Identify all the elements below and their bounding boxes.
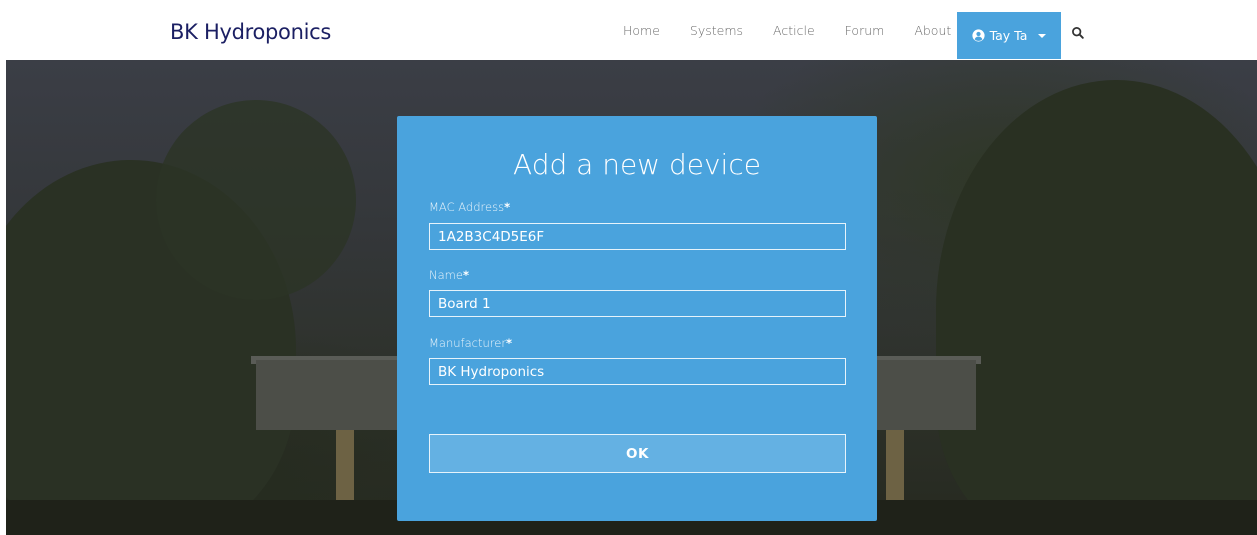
nav-link-forum[interactable]: Forum — [830, 0, 900, 60]
background-tree — [936, 80, 1257, 535]
background-tree — [156, 100, 356, 300]
user-menu-button[interactable]: Tay Ta — [957, 12, 1061, 59]
add-device-modal: Add a new device MAC Address* 1A2B3C4D5E… — [397, 116, 877, 521]
mac-address-input[interactable]: 1A2B3C4D5E6F — [429, 223, 846, 250]
caret-down-icon — [1038, 34, 1047, 38]
manufacturer-input[interactable]: BK Hydroponics — [429, 358, 846, 385]
nav-link-acticle[interactable]: Acticle — [758, 0, 830, 60]
nav-link-systems[interactable]: Systems — [675, 0, 758, 60]
brand-logo[interactable]: BK Hydroponics — [170, 20, 331, 44]
search-icon[interactable] — [1071, 26, 1085, 40]
required-mark: * — [506, 336, 513, 350]
manufacturer-label: Manufacturer* — [429, 336, 513, 350]
nav-link-home[interactable]: Home — [608, 0, 675, 60]
name-label: Name* — [429, 268, 469, 282]
user-name: Tay Ta — [989, 28, 1028, 43]
navbar: BK Hydroponics Home Systems Acticle Foru… — [0, 0, 1257, 60]
required-mark: * — [462, 268, 469, 282]
nav-menu: Home Systems Acticle Forum About — [608, 0, 966, 60]
user-circle-icon — [971, 29, 985, 42]
modal-title: Add a new device — [513, 148, 761, 181]
required-mark: * — [504, 200, 511, 214]
mac-address-label: MAC Address* — [429, 200, 511, 214]
name-input[interactable]: Board 1 — [429, 290, 846, 317]
ok-button[interactable]: OK — [429, 434, 846, 473]
